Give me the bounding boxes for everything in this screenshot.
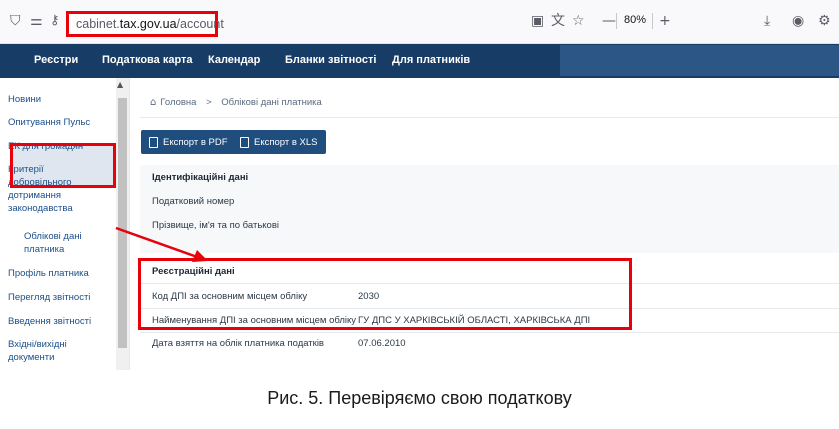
bookmark-star-icon[interactable]: ☆ (572, 13, 585, 29)
tax-number-label: Податковий номер (152, 196, 235, 207)
registration-date-value: 07.06.2010 (358, 338, 406, 349)
zoom-out-button[interactable]: — (602, 13, 616, 29)
nav-item-calendar[interactable]: Календар (208, 54, 260, 66)
identification-title: Ідентифікаційні дані (152, 172, 249, 183)
sidebar-item-view-reports[interactable]: Перегляд звітності (8, 291, 108, 304)
breadcrumb: ⌂ Головна > Облікові дані платника (150, 97, 322, 108)
shield-icon[interactable]: ⛉ (10, 13, 21, 29)
breadcrumb-separator: > (206, 97, 212, 108)
reader-mode-icon[interactable]: ▣ (531, 13, 544, 29)
screenshot: ⛉ ⚌ ⚷ cabinet.tax.gov.ua/account ▣ 文 ☆ —… (0, 0, 839, 370)
nav-item-for-payers[interactable]: Для платників (392, 54, 470, 66)
nav-item-registers[interactable]: Реєстри (34, 54, 78, 66)
sidebar-item-payer-profile[interactable]: Профіль платника (8, 267, 108, 280)
extensions-icon[interactable]: ⚙ (818, 13, 831, 29)
nav-item-report-forms[interactable]: Бланки звітності (285, 54, 376, 66)
address-bar[interactable]: cabinet.tax.gov.ua/account (66, 11, 224, 37)
full-name-label: Прізвище, ім'я та по батькові (152, 220, 279, 231)
translate-icon[interactable]: 文 (551, 13, 565, 29)
scroll-up-icon[interactable]: ▲ (117, 80, 123, 89)
sidebar-item-news[interactable]: Новини (8, 93, 108, 106)
url-text: cabinet.tax.gov.ua/account (76, 17, 224, 31)
divider (616, 13, 617, 29)
document-icon (149, 136, 158, 148)
zoom-in-button[interactable]: + (659, 13, 671, 29)
sidebar-item-account-data[interactable]: Облікові дані платника (24, 230, 104, 256)
export-xls-button[interactable]: Експорт в XLS (232, 130, 326, 154)
permissions-icon[interactable]: ⚌ (30, 13, 43, 29)
key-icon[interactable]: ⚷ (50, 13, 60, 29)
figure-caption: Рис. 5. Перевіряємо свою податкову (267, 388, 572, 408)
export-xls-label: Експорт в XLS (254, 136, 318, 148)
sidebar-highlight-box (10, 143, 116, 188)
home-icon[interactable]: ⌂ (150, 97, 156, 108)
registration-date-label: Дата взяття на облік платника податків (152, 338, 324, 349)
registration-highlight-box (138, 258, 632, 330)
sidebar-item-pulse-survey[interactable]: Опитування Пульс (8, 116, 108, 129)
nav-item-tax-map[interactable]: Податкова карта (102, 54, 193, 66)
sidebar-item-enter-reports[interactable]: Введення звітності (8, 315, 108, 328)
zoom-level[interactable]: 80% (624, 14, 646, 26)
account-icon[interactable]: ◉ (792, 13, 804, 29)
browser-toolbar: ⛉ ⚌ ⚷ cabinet.tax.gov.ua/account ▣ 文 ☆ —… (0, 0, 839, 44)
breadcrumb-home[interactable]: Головна (160, 97, 196, 108)
breadcrumb-current: Облікові дані платника (221, 97, 322, 108)
download-icon[interactable]: ⤓ (764, 13, 770, 29)
export-pdf-button[interactable]: Експорт в PDF (141, 130, 236, 154)
divider (652, 13, 653, 29)
export-pdf-label: Експорт в PDF (163, 136, 228, 148)
divider (140, 332, 839, 333)
divider (140, 117, 839, 118)
sidebar-item-documents[interactable]: Вхідні/вихідні документи (8, 338, 88, 364)
scrollbar-thumb[interactable] (118, 98, 127, 348)
document-icon (240, 136, 249, 148)
nav-search-field[interactable] (560, 45, 839, 76)
